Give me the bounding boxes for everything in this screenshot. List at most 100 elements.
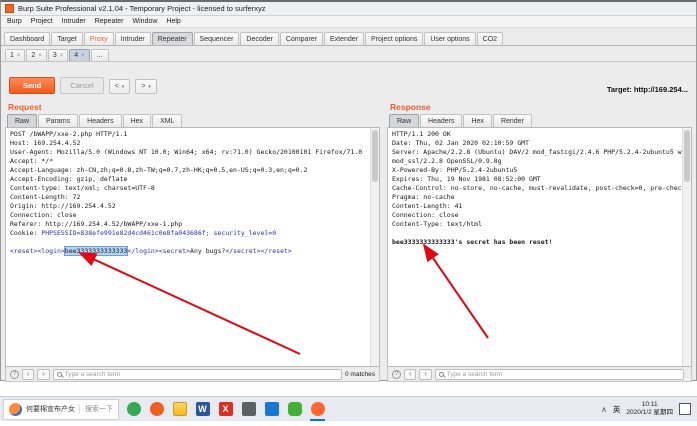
file-explorer-icon[interactable] <box>169 398 190 421</box>
menu-intruder[interactable]: Intruder <box>62 18 86 25</box>
browser-green-icon[interactable] <box>123 398 144 421</box>
text-segment: HTTP/1.1 200 OK <box>392 130 451 138</box>
response-search-field[interactable] <box>434 368 684 380</box>
close-icon[interactable]: × <box>81 53 85 59</box>
excel-red-icon[interactable]: X <box>215 398 236 421</box>
scrollbar-thumb[interactable] <box>684 130 690 182</box>
tab-proxy[interactable]: Proxy <box>83 32 114 45</box>
menu-repeater[interactable]: Repeater <box>95 18 124 25</box>
response-tab-headers[interactable]: Headers <box>420 114 463 127</box>
tab-sequencer[interactable]: Sequencer <box>193 32 240 45</box>
tab-user-options[interactable]: User options <box>424 32 476 45</box>
editor-line: Cookie: PHPSESSID=838efe991e82d4cd461c0e… <box>10 229 368 238</box>
close-icon[interactable]: × <box>38 53 42 59</box>
file-explorer-glyph <box>172 402 187 416</box>
request-tab-xml[interactable]: XML <box>152 114 183 127</box>
response-tab-hex[interactable]: Hex <box>463 114 492 127</box>
request-editor[interactable]: POST /bWAPP/xxe-2.php HTTP/1.1 Host: 169.… <box>5 127 380 367</box>
send-button[interactable]: Send <box>9 77 56 94</box>
tab-dashboard[interactable]: Dashboard <box>4 32 51 45</box>
request-search-field[interactable] <box>52 368 342 380</box>
request-tab-params[interactable]: Params <box>38 114 79 127</box>
wechat-icon[interactable] <box>284 398 305 421</box>
action-center-icon[interactable] <box>679 403 691 415</box>
text-segment: Content-type: text/xml; charset=UTF-8 <box>10 184 155 192</box>
taskbar-search-button[interactable]: 搜索一下 <box>79 404 113 414</box>
editor-line: Server: Apache/2.2.8 (Ubuntu) DAV/2 mod_… <box>392 148 691 157</box>
response-editor[interactable]: HTTP/1.1 200 OK Date: Thu, 02 Jan 2020 02… <box>387 127 692 367</box>
text-segment: <reset><login> <box>10 247 65 255</box>
target-indicator: Target: http://169.254... <box>607 85 688 94</box>
tab-repeater[interactable]: Repeater <box>151 32 193 45</box>
search-next-button[interactable]: › <box>37 368 50 380</box>
request-search-input[interactable] <box>64 370 338 378</box>
text-segment: Content-Length: 41 <box>392 202 463 210</box>
close-icon[interactable]: × <box>60 53 64 59</box>
editor-line: Host: 169.254.4.52 <box>10 139 368 148</box>
response-scrollbar[interactable] <box>682 128 691 366</box>
tab-intruder[interactable]: Intruder <box>114 32 151 45</box>
repeater-tab-2[interactable]: 2 × <box>26 49 47 61</box>
response-tab-render[interactable]: Render <box>492 114 532 127</box>
text-segment: Cache-Control: no-store, no-cache, must-… <box>392 184 691 192</box>
text-segment: Origin: http://169.254.4.52 <box>10 202 116 210</box>
editor-line: Cache-Control: no-store, no-cache, must-… <box>392 184 691 193</box>
request-tab-headers[interactable]: Headers <box>79 114 122 127</box>
scrollbar-thumb[interactable] <box>372 130 378 182</box>
cancel-button[interactable]: Cancel <box>60 77 104 94</box>
taskbar-clock[interactable]: 10:11 2020/1/2 星期四 <box>626 401 673 417</box>
excel-red-glyph: X <box>218 402 233 416</box>
burp-icon[interactable] <box>307 398 328 421</box>
prev-request-button[interactable]: < ▾ <box>108 79 131 94</box>
search-widget-logo-icon <box>9 402 22 416</box>
repeater-tab-1[interactable]: 1 × <box>5 49 26 61</box>
response-search-input[interactable] <box>446 370 680 378</box>
browser-green-glyph <box>126 402 141 416</box>
language-indicator[interactable]: 英 <box>613 404 621 415</box>
browser-orange-icon[interactable] <box>146 398 167 421</box>
taskbar-search-widget[interactable]: 何要棉宣布产女 搜索一下 <box>3 398 119 420</box>
help-icon[interactable]: ? <box>10 369 19 379</box>
response-tab-bar: Raw Headers Hex Render <box>387 114 692 127</box>
word-glyph: W <box>195 402 210 416</box>
toolbar: Send Cancel < ▾ > ▾ Target: http://169.2… <box>1 62 696 99</box>
repeater-tab-overflow[interactable]: ... <box>90 49 109 61</box>
search-next-button[interactable]: › <box>419 368 432 380</box>
close-icon[interactable]: × <box>17 53 21 59</box>
request-scrollbar[interactable] <box>370 128 379 366</box>
response-tab-raw[interactable]: Raw <box>389 114 420 127</box>
menu-help[interactable]: Help <box>166 18 180 25</box>
request-tab-hex[interactable]: Hex <box>122 114 152 127</box>
editor-line: <reset><login>bee3333333333333</login><s… <box>10 246 368 256</box>
hidden-icons-chevron-icon[interactable]: ∧ <box>601 405 607 414</box>
tab-decoder[interactable]: Decoder <box>240 32 279 45</box>
window-app-icon[interactable] <box>261 398 282 421</box>
tab-comparer[interactable]: Comparer <box>279 32 323 45</box>
editor-line: Accept-Encoding: gzip, deflate <box>10 175 368 184</box>
burp-window: Burp Suite Professional v2.1.04 - Tempor… <box>0 0 697 382</box>
search-prev-button[interactable]: ‹ <box>404 368 417 380</box>
text-segment: Accept-Language: zh-CN,zh;q=0.8,zh-TW;q=… <box>10 166 308 174</box>
menu-window[interactable]: Window <box>133 18 158 25</box>
search-prev-button[interactable]: ‹ <box>22 368 35 380</box>
menu-burp[interactable]: Burp <box>7 18 22 25</box>
repeater-tab-4[interactable]: 4 × <box>69 49 90 61</box>
repeater-tab-3[interactable]: 3 × <box>47 49 69 61</box>
tab-target[interactable]: Target <box>51 32 83 45</box>
menu-project[interactable]: Project <box>31 18 53 25</box>
editor-line: Date: Thu, 02 Jan 2020 02:10:59 GMT <box>392 139 680 148</box>
tab-extender[interactable]: Extender <box>324 32 365 45</box>
editor-dark-icon[interactable] <box>238 398 259 421</box>
help-icon[interactable]: ? <box>392 369 401 379</box>
tab-co2[interactable]: CO2 <box>476 32 504 45</box>
request-panel: Request Raw Params Headers Hex XML POST /bWA… <box>5 99 380 382</box>
editor-line: Referer: http://169.254.4.52/bWAPP/xxe-1… <box>10 220 368 229</box>
tab-project-options[interactable]: Project options <box>365 32 424 45</box>
word-icon[interactable]: W <box>192 398 213 421</box>
request-tab-raw[interactable]: Raw <box>7 114 38 127</box>
next-request-button[interactable]: > ▾ <box>135 79 157 94</box>
editor-line: mod_ssl/2.2.8 OpenSSL/0.9.8g <box>392 157 680 166</box>
text-segment: Accept: */* <box>10 157 54 165</box>
response-search-bar: ? ‹ › <box>387 367 692 382</box>
